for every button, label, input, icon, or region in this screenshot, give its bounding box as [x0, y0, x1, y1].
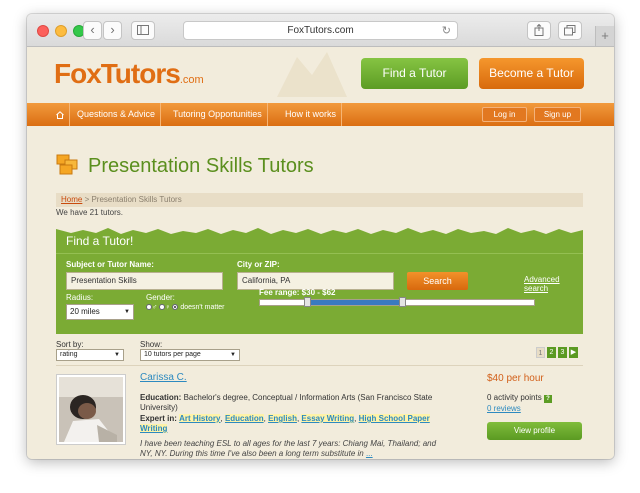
- show-label: Show:: [140, 340, 163, 349]
- expert-label: Expert in:: [140, 414, 177, 423]
- view-profile-button[interactable]: View profile: [487, 422, 582, 440]
- tutor-education: Education: Bachelor's degree, Conceptual…: [140, 393, 440, 413]
- address-bar[interactable]: FoxTutors.com ↻: [183, 21, 458, 40]
- share-icon: [534, 23, 544, 36]
- triangle-right-icon: ▶: [570, 349, 577, 356]
- search-panel: Find a Tutor! Subject or Tutor Name: Pre…: [56, 225, 583, 334]
- search-panel-title: Find a Tutor!: [66, 234, 134, 248]
- books-icon: [56, 154, 78, 175]
- expert-tag[interactable]: Essay Writing: [301, 414, 355, 423]
- fee-range-fill: [306, 300, 403, 305]
- subject-label: Subject or Tutor Name:: [66, 260, 154, 269]
- tutor-bio: I have been teaching ESL to all ages for…: [140, 439, 445, 459]
- activity-points-text: 0 activity points: [487, 393, 542, 402]
- education-label: Education:: [140, 393, 182, 402]
- gender-any-radio[interactable]: [172, 304, 179, 311]
- chevron-right-icon: ›: [110, 22, 115, 37]
- home-icon: [56, 110, 64, 119]
- reviews-link[interactable]: 0 reviews: [487, 404, 521, 413]
- close-window-button[interactable]: [37, 25, 49, 37]
- dropdown-arrow-icon: ▼: [230, 352, 236, 358]
- fee-range-slider[interactable]: [259, 297, 535, 307]
- next-page-button[interactable]: ▶: [569, 347, 578, 358]
- fee-min-handle[interactable]: [303, 297, 311, 307]
- torn-paper-edge: [56, 225, 583, 234]
- logo-text: FoxTutors: [54, 58, 181, 89]
- fee-max-handle[interactable]: [399, 297, 407, 307]
- page-title: Presentation Skills Tutors: [88, 155, 314, 177]
- tutor-name-link[interactable]: Carissa C.: [140, 372, 187, 383]
- expert-tag[interactable]: English: [268, 414, 297, 423]
- site-logo[interactable]: FoxTutors.com: [54, 58, 204, 90]
- reload-icon[interactable]: ↻: [442, 23, 451, 40]
- radius-value: 20 miles: [70, 307, 100, 316]
- nav-how-it-works[interactable]: How it works: [280, 103, 343, 126]
- dropdown-arrow-icon: ▼: [124, 309, 130, 315]
- advanced-search-link[interactable]: Advanced search: [524, 275, 583, 293]
- tutor-price: $40 per hour: [487, 373, 544, 384]
- url-text: FoxTutors.com: [287, 25, 354, 36]
- signup-button[interactable]: Sign up: [534, 107, 581, 122]
- tutor-photo-image: [59, 377, 123, 442]
- dropdown-arrow-icon: ▼: [114, 352, 120, 358]
- education-value: Bachelor's degree, Conceptual / Informat…: [140, 393, 433, 412]
- sidebar-icon: [137, 25, 149, 35]
- gender-options: ♂ ♀ doesn't matter: [146, 304, 225, 311]
- new-tab-button[interactable]: +: [595, 26, 614, 46]
- browser-window: ‹ › FoxTutors.com ↻ + FoxTutors.com Find…: [27, 14, 614, 459]
- fox-watermark-icon: [277, 52, 347, 97]
- find-tutor-button[interactable]: Find a Tutor: [361, 58, 468, 89]
- bio-more-link[interactable]: ...: [366, 449, 373, 458]
- help-icon[interactable]: ?: [543, 395, 552, 403]
- minimize-window-button[interactable]: [55, 25, 67, 37]
- page-content: FoxTutors.com Find a Tutor Become a Tuto…: [27, 47, 614, 459]
- expert-tag[interactable]: Art History: [179, 414, 221, 423]
- panel-divider: [56, 253, 583, 254]
- back-button[interactable]: ‹: [83, 21, 102, 40]
- page-1-button[interactable]: 1: [536, 347, 545, 358]
- share-button[interactable]: [527, 21, 551, 40]
- login-button[interactable]: Log in: [482, 107, 527, 122]
- per-page-select[interactable]: 10 tutors per page ▼: [140, 349, 240, 361]
- gender-label: Gender:: [146, 293, 175, 302]
- sort-label: Sort by:: [56, 340, 84, 349]
- sort-select[interactable]: rating ▼: [56, 349, 124, 361]
- breadcrumb: Home > Presentation Skills Tutors: [56, 193, 583, 207]
- activity-points: 0 activity points ?: [487, 393, 552, 403]
- male-icon: ♂: [152, 304, 158, 311]
- nav-tutoring-opportunities[interactable]: Tutoring Opportunities: [168, 103, 268, 126]
- gender-any-label: doesn't matter: [180, 304, 225, 311]
- radius-label: Radius:: [66, 293, 94, 302]
- divider: [56, 365, 583, 366]
- sort-value: rating: [60, 351, 78, 358]
- tutor-count: We have 21 tutors.: [56, 208, 123, 217]
- city-label: City or ZIP:: [237, 260, 280, 269]
- tabs-overview-button[interactable]: [558, 21, 582, 40]
- breadcrumb-home-link[interactable]: Home: [61, 195, 82, 204]
- radius-select[interactable]: 20 miles ▼: [66, 304, 134, 320]
- bio-text: I have been teaching ESL to all ages for…: [140, 439, 437, 458]
- site-header: FoxTutors.com Find a Tutor Become a Tuto…: [27, 47, 614, 102]
- subject-input[interactable]: Presentation Skills: [66, 272, 223, 290]
- logo-suffix: .com: [179, 74, 204, 86]
- search-button[interactable]: Search: [407, 272, 468, 290]
- expert-tag[interactable]: Education: [224, 414, 264, 423]
- page-3-button[interactable]: 3: [558, 347, 567, 358]
- become-tutor-button[interactable]: Become a Tutor: [479, 58, 584, 89]
- page-2-button[interactable]: 2: [547, 347, 556, 358]
- sidebar-button[interactable]: [131, 21, 155, 40]
- fee-range-label: Fee range: $30 - $62: [259, 288, 336, 297]
- per-page-value: 10 tutors per page: [144, 351, 201, 358]
- nav-questions-advice[interactable]: Questions & Advice: [72, 103, 162, 126]
- main-nav: Questions & Advice Tutoring Opportunitie…: [27, 103, 614, 126]
- tutor-avatar[interactable]: [56, 374, 126, 445]
- browser-titlebar: ‹ › FoxTutors.com ↻ +: [27, 14, 614, 47]
- chevron-left-icon: ‹: [90, 22, 95, 37]
- breadcrumb-current: > Presentation Skills Tutors: [82, 195, 182, 204]
- tabs-icon: [564, 25, 576, 36]
- forward-button[interactable]: ›: [103, 21, 122, 40]
- tutor-expertise: Expert in: Art History, Education, Engli…: [140, 414, 430, 433]
- home-nav-button[interactable]: [51, 103, 70, 126]
- female-icon: ♀: [165, 304, 171, 311]
